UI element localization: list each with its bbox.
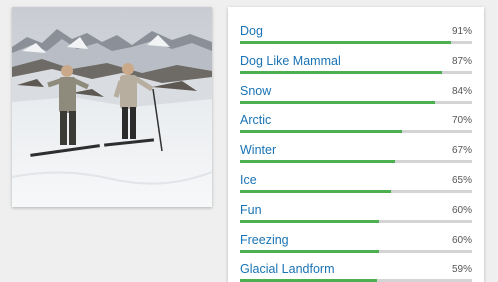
label-score: 91% xyxy=(451,26,472,37)
score-bar-fill xyxy=(240,160,396,164)
label-row[interactable]: Snow 84% xyxy=(240,79,472,109)
snow-mountain-photo xyxy=(12,7,212,207)
analyzed-photo xyxy=(12,7,212,207)
score-bar-track xyxy=(240,70,472,74)
label-name: Ice xyxy=(240,172,257,187)
score-bar-track xyxy=(240,189,472,193)
label-row[interactable]: Glacial Landform 59% xyxy=(240,257,472,282)
label-name: Dog xyxy=(240,24,263,38)
label-row[interactable]: Fun 60% xyxy=(240,198,472,228)
score-bar-track xyxy=(240,249,472,253)
label-row[interactable]: Dog Like Mammal 87% xyxy=(240,49,472,79)
label-name: Glacial Landform xyxy=(240,262,335,277)
label-row[interactable]: Winter 67% xyxy=(240,138,472,168)
label-name: Arctic xyxy=(240,113,272,128)
label-name: Freezing xyxy=(240,232,289,247)
score-bar-track xyxy=(240,219,472,223)
score-bar-track xyxy=(240,100,472,104)
score-bar-fill xyxy=(240,100,435,104)
label-score: 60% xyxy=(451,204,472,216)
label-row[interactable]: Freezing 60% xyxy=(240,228,472,258)
score-bar-fill xyxy=(240,41,452,44)
label-score: 60% xyxy=(451,234,472,246)
score-bar-fill xyxy=(240,249,380,253)
label-row[interactable]: Arctic 70% xyxy=(240,108,472,138)
label-row[interactable]: Dog 91% xyxy=(240,19,472,49)
label-name: Fun xyxy=(240,202,262,217)
label-row[interactable]: Ice 65% xyxy=(240,168,472,198)
label-score: 84% xyxy=(451,85,472,97)
label-name: Snow xyxy=(240,83,272,98)
score-bar-fill xyxy=(240,70,442,74)
label-score: 87% xyxy=(451,55,472,67)
labels-panel: Dog 91% Dog Like Mammal 87% Snow 84% Arc… xyxy=(228,7,484,282)
label-score: 67% xyxy=(451,145,472,157)
score-bar-track xyxy=(240,160,472,164)
label-score: 59% xyxy=(451,264,472,276)
label-name: Dog Like Mammal xyxy=(240,53,341,68)
score-bar-track xyxy=(240,130,472,134)
label-name: Winter xyxy=(240,143,277,158)
score-bar-fill xyxy=(240,130,403,134)
label-score: 65% xyxy=(451,174,472,186)
score-bar-fill xyxy=(240,219,380,223)
label-score: 70% xyxy=(451,115,472,127)
score-bar-track xyxy=(240,41,472,44)
score-bar-fill xyxy=(240,189,391,193)
